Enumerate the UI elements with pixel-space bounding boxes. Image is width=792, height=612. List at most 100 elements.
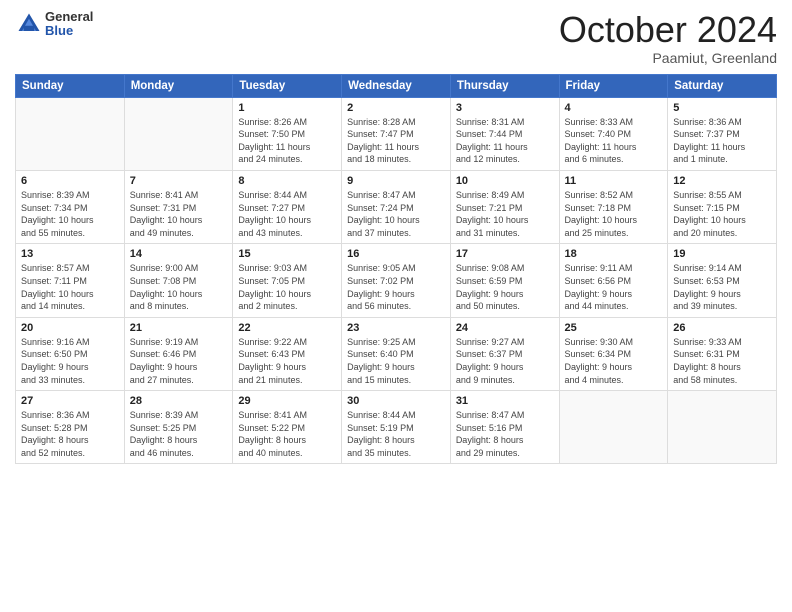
day-number: 15 — [238, 248, 336, 260]
col-sunday: Sunday — [16, 74, 125, 97]
day-info: Sunrise: 8:41 AMSunset: 7:31 PMDaylight:… — [130, 189, 228, 239]
day-info: Sunrise: 9:22 AMSunset: 6:43 PMDaylight:… — [238, 336, 336, 386]
day-number: 12 — [673, 175, 771, 187]
table-row: 7 Sunrise: 8:41 AMSunset: 7:31 PMDaylight… — [124, 170, 233, 243]
day-info: Sunrise: 8:52 AMSunset: 7:18 PMDaylight:… — [565, 189, 663, 239]
calendar-week-row: 13Sunrise: 8:57 AMSunset: 7:11 PMDayligh… — [16, 244, 777, 317]
logo: General Blue — [15, 10, 93, 39]
day-number: 2 — [347, 102, 445, 114]
table-row: 13Sunrise: 8:57 AMSunset: 7:11 PMDayligh… — [16, 244, 125, 317]
table-row: 11 Sunrise: 8:52 AMSunset: 7:18 PMDayligh… — [559, 170, 668, 243]
table-row: 21 Sunrise: 9:19 AMSunset: 6:46 PMDayligh… — [124, 317, 233, 390]
calendar-header-row: Sunday Monday Tuesday Wednesday Thursday… — [16, 74, 777, 97]
page: General Blue October 2024 Paamiut, Green… — [0, 0, 792, 612]
day-number: 17 — [456, 248, 554, 260]
table-row: 5 Sunrise: 8:36 AMSunset: 7:37 PMDaylight… — [668, 97, 777, 170]
day-number: 26 — [673, 322, 771, 334]
table-row: 3 Sunrise: 8:31 AMSunset: 7:44 PMDaylight… — [450, 97, 559, 170]
day-number: 20 — [21, 322, 119, 334]
table-row: 20Sunrise: 9:16 AMSunset: 6:50 PMDayligh… — [16, 317, 125, 390]
day-info: Sunrise: 8:36 AMSunset: 7:37 PMDaylight:… — [673, 116, 771, 166]
month-title: October 2024 — [559, 10, 777, 50]
day-info: Sunrise: 8:44 AMSunset: 7:27 PMDaylight:… — [238, 189, 336, 239]
day-number: 9 — [347, 175, 445, 187]
title-block: October 2024 Paamiut, Greenland — [559, 10, 777, 66]
day-number: 23 — [347, 322, 445, 334]
day-number: 30 — [347, 395, 445, 407]
table-row: 2Sunrise: 8:28 AMSunset: 7:47 PMDaylight… — [342, 97, 451, 170]
table-row: 27 Sunrise: 8:36 AMSunset: 5:28 PMDayligh… — [16, 391, 125, 464]
table-row: 1 Sunrise: 8:26 AMSunset: 7:50 PMDaylight… — [233, 97, 342, 170]
day-info: Sunrise: 8:47 AMSunset: 7:24 PMDaylight:… — [347, 189, 445, 239]
col-monday: Monday — [124, 74, 233, 97]
table-row: 10 Sunrise: 8:49 AMSunset: 7:21 PMDayligh… — [450, 170, 559, 243]
day-info: Sunrise: 9:05 AMSunset: 7:02 PMDaylight:… — [347, 262, 445, 312]
day-number: 8 — [238, 175, 336, 187]
day-number: 24 — [456, 322, 554, 334]
table-row: 24 Sunrise: 9:27 AMSunset: 6:37 PMDayligh… — [450, 317, 559, 390]
table-row — [668, 391, 777, 464]
col-friday: Friday — [559, 74, 668, 97]
day-number: 18 — [565, 248, 663, 260]
table-row: 4 Sunrise: 8:33 AMSunset: 7:40 PMDaylight… — [559, 97, 668, 170]
day-number: 3 — [456, 102, 554, 114]
day-info: Sunrise: 9:19 AMSunset: 6:46 PMDaylight:… — [130, 336, 228, 386]
day-info: Sunrise: 9:27 AMSunset: 6:37 PMDaylight:… — [456, 336, 554, 386]
day-info: Sunrise: 9:14 AMSunset: 6:53 PMDaylight:… — [673, 262, 771, 312]
day-number: 27 — [21, 395, 119, 407]
day-number: 22 — [238, 322, 336, 334]
table-row — [559, 391, 668, 464]
day-number: 4 — [565, 102, 663, 114]
col-tuesday: Tuesday — [233, 74, 342, 97]
logo-blue-text: Blue — [45, 24, 93, 38]
logo-text: General Blue — [45, 10, 93, 39]
table-row: 8 Sunrise: 8:44 AMSunset: 7:27 PMDaylight… — [233, 170, 342, 243]
header: General Blue October 2024 Paamiut, Green… — [15, 10, 777, 66]
table-row — [16, 97, 125, 170]
day-number: 7 — [130, 175, 228, 187]
table-row: 9 Sunrise: 8:47 AMSunset: 7:24 PMDaylight… — [342, 170, 451, 243]
calendar-week-row: 27 Sunrise: 8:36 AMSunset: 5:28 PMDayligh… — [16, 391, 777, 464]
day-info: Sunrise: 9:25 AMSunset: 6:40 PMDaylight:… — [347, 336, 445, 386]
table-row: 17 Sunrise: 9:08 AMSunset: 6:59 PMDayligh… — [450, 244, 559, 317]
table-row: 19Sunrise: 9:14 AMSunset: 6:53 PMDayligh… — [668, 244, 777, 317]
day-info: Sunrise: 9:00 AMSunset: 7:08 PMDaylight:… — [130, 262, 228, 312]
day-info: Sunrise: 8:31 AMSunset: 7:44 PMDaylight:… — [456, 116, 554, 166]
day-info: Sunrise: 8:33 AMSunset: 7:40 PMDaylight:… — [565, 116, 663, 166]
day-number: 11 — [565, 175, 663, 187]
day-info: Sunrise: 8:26 AMSunset: 7:50 PMDaylight:… — [238, 116, 336, 166]
logo-general-text: General — [45, 10, 93, 24]
day-info: Sunrise: 8:57 AMSunset: 7:11 PMDaylight:… — [21, 262, 119, 312]
table-row: 22 Sunrise: 9:22 AMSunset: 6:43 PMDayligh… — [233, 317, 342, 390]
col-saturday: Saturday — [668, 74, 777, 97]
calendar-week-row: 1 Sunrise: 8:26 AMSunset: 7:50 PMDaylight… — [16, 97, 777, 170]
table-row: 14 Sunrise: 9:00 AMSunset: 7:08 PMDayligh… — [124, 244, 233, 317]
day-number: 25 — [565, 322, 663, 334]
calendar: Sunday Monday Tuesday Wednesday Thursday… — [15, 74, 777, 465]
day-number: 28 — [130, 395, 228, 407]
day-info: Sunrise: 8:47 AMSunset: 5:16 PMDaylight:… — [456, 409, 554, 459]
day-info: Sunrise: 9:08 AMSunset: 6:59 PMDaylight:… — [456, 262, 554, 312]
day-number: 10 — [456, 175, 554, 187]
table-row: 18Sunrise: 9:11 AMSunset: 6:56 PMDayligh… — [559, 244, 668, 317]
day-number: 1 — [238, 102, 336, 114]
calendar-week-row: 20Sunrise: 9:16 AMSunset: 6:50 PMDayligh… — [16, 317, 777, 390]
calendar-week-row: 6Sunrise: 8:39 AMSunset: 7:34 PMDaylight… — [16, 170, 777, 243]
day-number: 5 — [673, 102, 771, 114]
col-wednesday: Wednesday — [342, 74, 451, 97]
day-number: 31 — [456, 395, 554, 407]
day-info: Sunrise: 8:49 AMSunset: 7:21 PMDaylight:… — [456, 189, 554, 239]
day-info: Sunrise: 8:36 AMSunset: 5:28 PMDaylight:… — [21, 409, 119, 459]
day-info: Sunrise: 8:39 AMSunset: 5:25 PMDaylight:… — [130, 409, 228, 459]
location-subtitle: Paamiut, Greenland — [559, 50, 777, 66]
table-row: 15Sunrise: 9:03 AMSunset: 7:05 PMDayligh… — [233, 244, 342, 317]
table-row: 28 Sunrise: 8:39 AMSunset: 5:25 PMDayligh… — [124, 391, 233, 464]
table-row: 12 Sunrise: 8:55 AMSunset: 7:15 PMDayligh… — [668, 170, 777, 243]
day-info: Sunrise: 9:30 AMSunset: 6:34 PMDaylight:… — [565, 336, 663, 386]
table-row: 29Sunrise: 8:41 AMSunset: 5:22 PMDayligh… — [233, 391, 342, 464]
day-number: 14 — [130, 248, 228, 260]
table-row: 25 Sunrise: 9:30 AMSunset: 6:34 PMDayligh… — [559, 317, 668, 390]
day-info: Sunrise: 8:55 AMSunset: 7:15 PMDaylight:… — [673, 189, 771, 239]
table-row: 30Sunrise: 8:44 AMSunset: 5:19 PMDayligh… — [342, 391, 451, 464]
day-number: 21 — [130, 322, 228, 334]
